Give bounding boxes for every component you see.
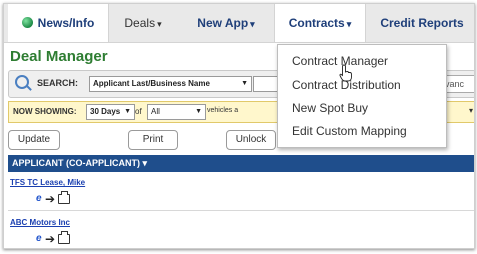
applicant-column-header[interactable]: APPLICANT (CO-APPLICANT) ▾ — [8, 155, 474, 172]
send-arrow-icon[interactable]: ➔ — [45, 232, 55, 246]
chevron-down-icon: ▾ — [157, 19, 162, 29]
table-row: TFS TC Lease, Mike e ➔ — [8, 176, 474, 211]
tab-contracts-label: Contracts — [288, 16, 345, 30]
tab-news-info-label: News/Info — [37, 16, 95, 30]
tab-new-app[interactable]: New App ▾ — [182, 4, 270, 42]
contracts-dropdown-menu: Contract Manager Contract Distribution N… — [277, 44, 447, 148]
chevron-down-icon: ▾ — [250, 19, 255, 29]
scope-select[interactable]: All ▼ — [147, 104, 206, 120]
menu-item-edit-custom-mapping[interactable]: Edit Custom Mapping — [292, 124, 407, 138]
chevron-down-icon[interactable]: ▾ — [469, 106, 473, 115]
tab-contracts[interactable]: Contracts ▾ — [274, 4, 366, 42]
table-row: ABC Motors Inc e ➔ — [8, 216, 474, 248]
tab-credit-reports-label: Credit Reports — [380, 16, 464, 30]
scope-select-value: All — [151, 107, 160, 116]
tab-news-info[interactable]: News/Info — [8, 4, 109, 42]
update-button[interactable]: Update — [8, 130, 60, 150]
tab-new-app-label: New App — [197, 16, 249, 30]
applicant-link[interactable]: TFS TC Lease, Mike — [10, 178, 85, 187]
vehicles-label: vehicles a — [207, 107, 239, 114]
send-arrow-icon[interactable]: ➔ — [45, 192, 55, 206]
page-title: Deal Manager — [10, 48, 108, 65]
print-button[interactable]: Print — [128, 130, 178, 150]
search-type-value: Applicant Last/Business Name — [93, 79, 210, 88]
of-label: of — [135, 107, 142, 116]
e-contract-icon[interactable]: e — [36, 233, 42, 244]
chevron-down-icon: ▾ — [346, 19, 352, 29]
tab-deals[interactable]: Deals ▾ — [108, 4, 178, 42]
e-contract-icon[interactable]: e — [36, 193, 42, 204]
applicant-link[interactable]: ABC Motors Inc — [10, 218, 70, 227]
top-nav: News/Info Deals ▾ New App ▾ Contracts ▾ Cre… — [4, 4, 474, 43]
globe-icon — [21, 17, 33, 28]
app-window: News/Info Deals ▾ New App ▾ Contracts ▾ Cre… — [3, 3, 475, 249]
days-select[interactable]: 30 Days ▼ — [86, 104, 135, 120]
tab-deals-label: Deals — [124, 16, 156, 30]
printer-icon[interactable] — [58, 191, 70, 204]
search-icon[interactable] — [15, 75, 29, 89]
search-type-select[interactable]: Applicant Last/Business Name ▼ — [89, 76, 252, 92]
hand-cursor-icon — [339, 64, 352, 82]
menu-item-new-spot-buy[interactable]: New Spot Buy — [292, 101, 368, 115]
search-label: SEARCH: — [37, 78, 79, 88]
dropdown-arrow-icon: ▼ — [195, 108, 202, 115]
tab-credit-reports[interactable]: Credit Reports — [366, 4, 474, 42]
unlock-button[interactable]: Unlock — [226, 130, 276, 150]
printer-icon[interactable] — [58, 231, 70, 244]
dropdown-arrow-icon: ▼ — [124, 108, 131, 115]
days-select-value: 30 Days — [90, 107, 121, 116]
dropdown-arrow-icon: ▼ — [241, 80, 248, 87]
now-showing-label: NOW SHOWING: — [13, 107, 77, 116]
